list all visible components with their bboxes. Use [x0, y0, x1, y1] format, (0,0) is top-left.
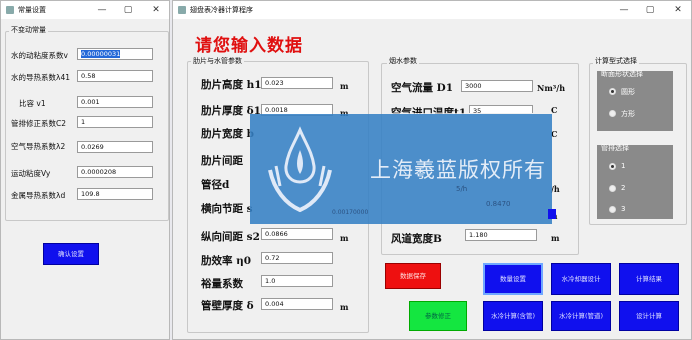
tube-row-1-radio[interactable]	[609, 163, 616, 170]
constants-minimize-icon[interactable]: —	[89, 1, 115, 19]
constants-window-icon	[6, 6, 14, 14]
fin-height-label: 肋片高度 h1	[201, 79, 262, 91]
water-viscosity-input[interactable]: 0.00000031	[77, 48, 153, 60]
constants-maximize-icon[interactable]: ▢	[115, 1, 141, 19]
fin-height-unit: m	[340, 81, 349, 91]
kinematic-viscosity-input[interactable]: 0.0000208	[77, 166, 153, 178]
section-square-label: 方形	[621, 110, 635, 118]
tube-row-3-radio[interactable]	[609, 206, 616, 213]
wall-thickness-label: 管壁厚度 δ	[201, 300, 254, 312]
hidden-velocity-value: 0.8470	[486, 200, 511, 208]
duct-width-unit: m	[551, 233, 560, 243]
longitudinal-pitch-unit: m	[340, 233, 349, 243]
design-calc-button[interactable]: 设计计算	[619, 301, 679, 331]
specific-volume-input[interactable]: 0.001	[77, 96, 153, 108]
cooler-design-button[interactable]: 水冷却器设计	[551, 263, 611, 295]
transverse-pitch-label: 横向节距 s	[201, 203, 253, 215]
wall-thickness-unit: m	[340, 302, 349, 312]
water-calc-tube-button[interactable]: 水冷计算(含管)	[483, 301, 543, 331]
watermark-blue-chip	[548, 209, 556, 219]
fin-width-label: 肋片宽度 b	[201, 128, 254, 140]
constants-close-icon[interactable]: ✕	[143, 1, 169, 19]
air-conductivity-label: 空气导热系数λ2	[11, 142, 66, 151]
row-correction-input[interactable]: 1	[77, 116, 153, 128]
minimize-icon[interactable]: —	[611, 1, 637, 19]
air-flow-label: 空气流量 D1	[391, 82, 454, 94]
watermark-logo-svg	[268, 126, 332, 213]
row-correction-label: 管排修正系数C2	[11, 119, 67, 128]
fin-spacing-label: 肋片间距	[201, 155, 243, 167]
water-viscosity-label: 水的动粘度系数v	[11, 51, 68, 60]
constants-window-title: 常量设置	[18, 6, 46, 14]
constants-window: 常量设置 — ▢ ✕ 不变动常量 水的动粘度系数v 0.00000031 水的导…	[0, 0, 170, 340]
water-calc-duct-button[interactable]: 水冷计算(管道)	[551, 301, 611, 331]
main-window-title: 翅盘表冷器计算程序	[190, 6, 253, 14]
watermark-text: 上海羲蓝版权所有	[370, 158, 546, 182]
smoke-group-title: 烟水参数	[387, 56, 419, 66]
fin-height-input[interactable]: 0.023	[261, 77, 333, 89]
kinematic-viscosity-label: 运动粘度Vy	[11, 169, 51, 178]
duct-width-label: 风道宽度B	[391, 233, 442, 245]
air-flow-unit: Nm³/h	[537, 83, 566, 93]
watermark-logo	[262, 120, 338, 218]
section-shape-panel	[597, 71, 673, 131]
section-square-radio[interactable]	[609, 110, 616, 117]
section-round-radio[interactable]	[609, 88, 616, 95]
tube-row-2-label: 2	[621, 184, 626, 192]
specific-volume-label: 比容 v1	[19, 99, 46, 108]
water-conductivity-label: 水的导热系数λ41	[11, 73, 70, 82]
hidden-water-flow-value: 5/h	[456, 185, 468, 193]
section-round-label: 圆形	[621, 88, 635, 96]
air-inlet-temp-input[interactable]: 35	[469, 105, 533, 113]
tube-row-3-label: 3	[621, 205, 626, 213]
margin-factor-input[interactable]: 1.0	[261, 275, 333, 287]
longitudinal-pitch-label: 纵向间距 s2	[201, 231, 260, 243]
metal-conductivity-label: 金属导热系数λd	[11, 191, 66, 200]
calc-type-group-title: 计算型式选择	[593, 56, 639, 66]
app-icon	[178, 6, 186, 14]
tube-diameter-label: 管径d	[201, 179, 230, 191]
confirm-settings-button[interactable]: 确认设置	[43, 243, 99, 265]
fin-group-title: 肋片与水管参数	[191, 56, 244, 66]
tube-row-2-radio[interactable]	[609, 185, 616, 192]
constants-group-title: 不变动常量	[9, 25, 48, 35]
tube-rows-title: 管排选择	[601, 144, 629, 152]
air-flow-input[interactable]: 3000	[461, 80, 533, 92]
air-conductivity-input[interactable]: 0.0269	[77, 141, 153, 153]
calc-result-button[interactable]: 计算结果	[619, 263, 679, 295]
fin-efficiency-input[interactable]: 0.72	[261, 252, 333, 264]
page-heading: 请您输入数据	[195, 36, 303, 56]
tube-row-1-label: 1	[621, 162, 626, 170]
water-flow-unit: /h	[551, 184, 560, 194]
water-conductivity-input[interactable]: 0.58	[77, 70, 153, 82]
save-data-button[interactable]: 数据保存	[385, 263, 441, 289]
wall-thickness-input[interactable]: 0.004	[261, 298, 333, 310]
maximize-icon[interactable]: ▢	[637, 1, 663, 19]
close-icon[interactable]: ✕	[665, 1, 691, 19]
margin-factor-label: 裕量系数	[201, 278, 243, 290]
quantity-settings-button[interactable]: 数量设置	[483, 263, 543, 295]
duct-width-input[interactable]: 1.180	[465, 229, 537, 241]
main-titlebar: 翅盘表冷器计算程序 — ▢ ✕	[173, 1, 691, 19]
hidden-fin-spacing-value: 0.00170000	[332, 209, 369, 216]
metal-conductivity-input[interactable]: 109.8	[77, 188, 153, 200]
param-fix-button[interactable]: 参数修正	[409, 301, 467, 331]
longitudinal-pitch-input[interactable]: 0.0866	[261, 228, 333, 240]
fin-efficiency-label: 肋效率 η0	[201, 255, 252, 267]
section-shape-title: 断面形状选择	[601, 70, 643, 78]
constants-titlebar: 常量设置 — ▢ ✕	[1, 1, 169, 19]
